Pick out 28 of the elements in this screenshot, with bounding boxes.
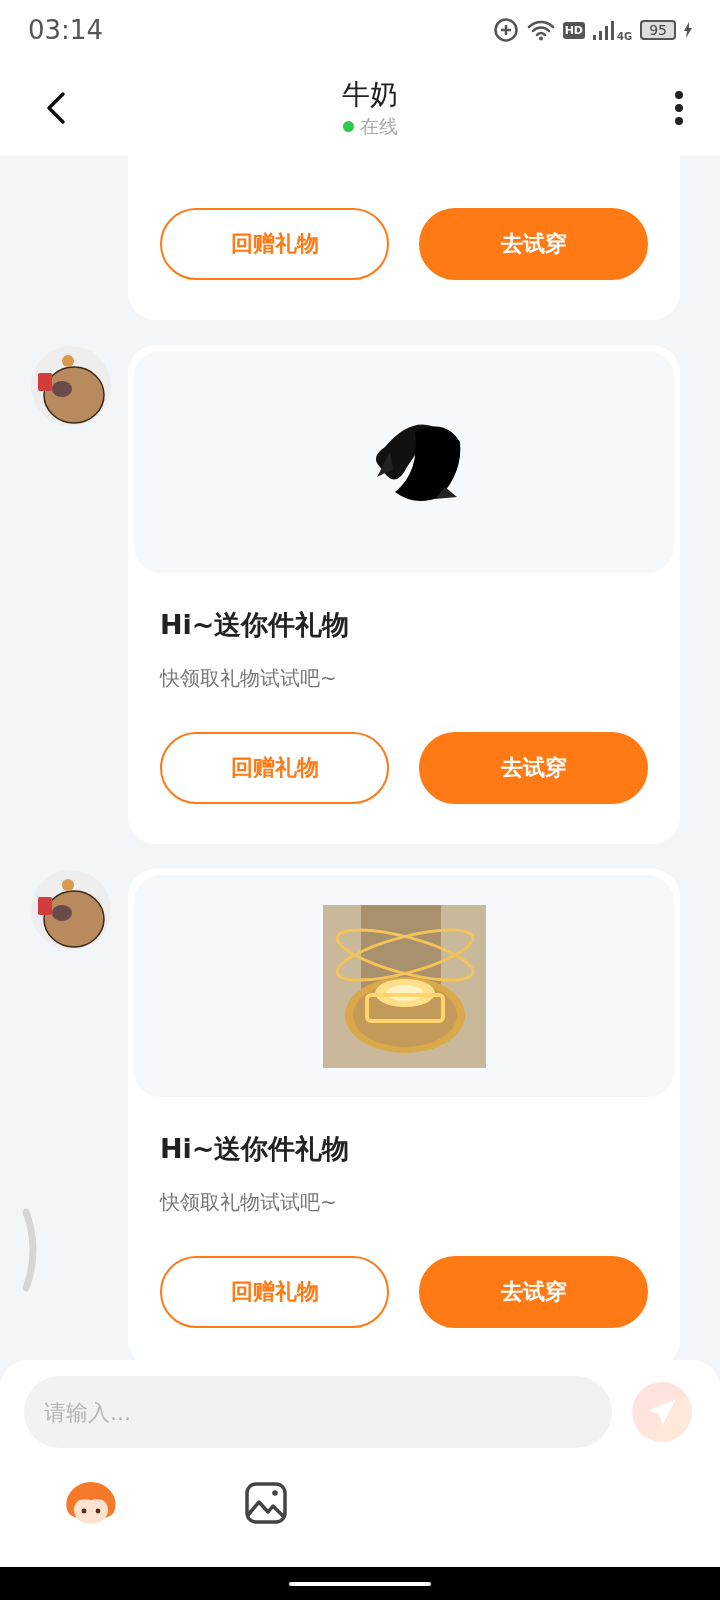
try-on-button[interactable]: 去试穿 (419, 208, 648, 280)
send-icon (648, 1399, 676, 1425)
wifi-icon (526, 19, 555, 41)
clock: 03:14 (28, 15, 103, 45)
hd-badge: HD (562, 21, 585, 39)
signal-icon (593, 20, 615, 40)
chat-title: 牛奶 (342, 76, 398, 113)
charging-icon (684, 22, 692, 38)
gift-title: Hi~送你件礼物 (160, 1132, 351, 1166)
avatar[interactable] (30, 345, 112, 427)
return-gift-button[interactable]: 回赠礼物 (160, 1256, 389, 1328)
try-on-button[interactable]: 去试穿 (419, 732, 648, 804)
home-indicator[interactable] (289, 1581, 431, 1586)
avatar[interactable] (30, 869, 112, 951)
battery-level: 95 (640, 20, 676, 40)
image-button[interactable] (244, 1481, 288, 1525)
return-gift-button[interactable]: 回赠礼物 (160, 208, 389, 280)
online-status: 在线 (359, 113, 398, 139)
return-gift-button[interactable]: 回赠礼物 (160, 732, 389, 804)
message-input[interactable]: 请输入... (24, 1376, 612, 1448)
network-type: 4G (617, 31, 633, 42)
try-on-button[interactable]: 去试穿 (419, 1256, 648, 1328)
back-icon[interactable] (46, 90, 66, 125)
gift-subtitle: 快领取礼物试试吧~ (160, 665, 338, 692)
gift-subtitle: 快领取礼物试试吧~ (160, 1189, 338, 1216)
plus-circle-icon (492, 17, 519, 43)
more-icon[interactable] (674, 89, 684, 126)
gift-title: Hi~送你件礼物 (160, 608, 351, 642)
